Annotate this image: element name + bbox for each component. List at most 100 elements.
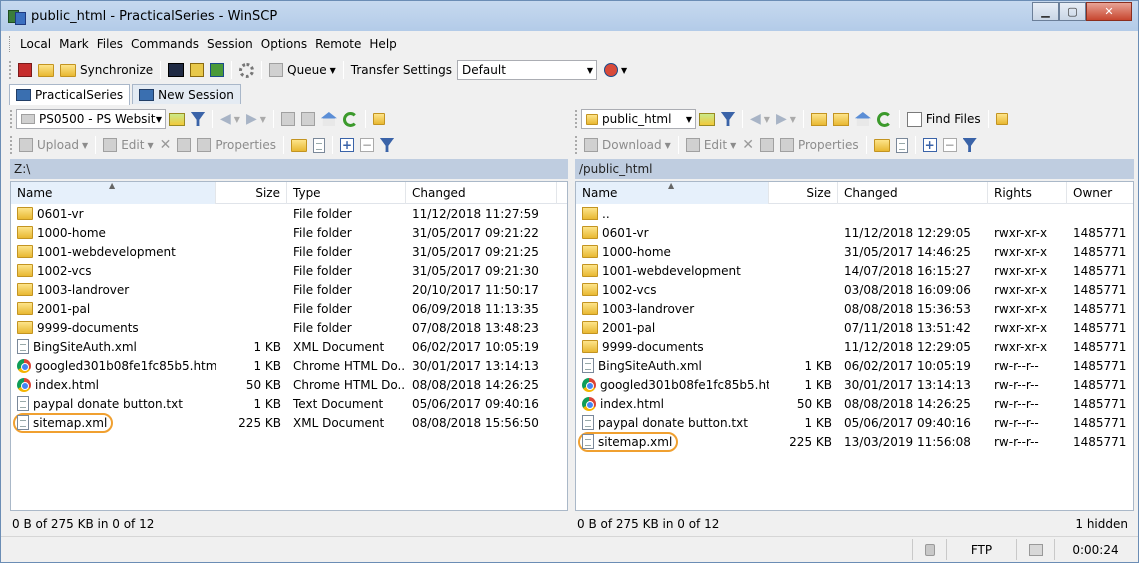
menu-local[interactable]: Local xyxy=(16,37,55,51)
table-row[interactable]: 1000-home File folder 31/05/2017 09:21:22 xyxy=(11,223,567,242)
download-button[interactable]: Download ▼ xyxy=(581,134,674,156)
local-forward-button[interactable]: ▶ ▼ xyxy=(243,108,269,130)
table-row[interactable]: BingSiteAuth.xml 1 KB XML Document 06/02/20… xyxy=(11,337,567,356)
table-row[interactable]: sitemap.xml 225 KB 13/03/2019 11:56:08 rw-r… xyxy=(576,431,1133,452)
table-row[interactable]: 0601-vr 11/12/2018 12:29:05 rwxr-xr-x 14857… xyxy=(576,223,1133,242)
remote-root-dir-button[interactable] xyxy=(830,108,852,130)
column-type[interactable]: Type xyxy=(287,182,406,204)
table-row[interactable]: sitemap.xml 225 KB XML Document 08/08/2018 … xyxy=(11,412,567,433)
table-row[interactable]: 1003-landrover 08/08/2018 15:36:53 rwxr-xr… xyxy=(576,299,1133,318)
local-edit-button[interactable]: Edit ▼ xyxy=(100,134,156,156)
remote-tree-button[interactable] xyxy=(993,108,1011,130)
close-button[interactable]: ✕ xyxy=(1086,2,1132,21)
hidden-files-count[interactable]: 1 hidden xyxy=(1075,515,1128,533)
keep-up-to-date-button[interactable] xyxy=(35,59,57,81)
table-row[interactable]: 1001-webdevelopment File folder 31/05/2017… xyxy=(11,242,567,261)
table-row[interactable]: 9999-documents 11/12/2018 12:29:05 rwxr-xr… xyxy=(576,337,1133,356)
remote-open-folder-button[interactable] xyxy=(696,108,718,130)
table-row[interactable]: 0601-vr File folder 11/12/2018 11:27:59 xyxy=(11,204,567,223)
column-changed[interactable]: Changed xyxy=(406,182,557,204)
local-back-button[interactable]: ◀ ▼ xyxy=(217,108,243,130)
table-row[interactable]: 1003-landrover File folder 20/10/2017 11:5… xyxy=(11,280,567,299)
remote-folder-select[interactable]: public_html ▼ xyxy=(581,109,696,129)
column-owner[interactable]: Owner xyxy=(1067,182,1133,204)
local-unselect-button[interactable]: − xyxy=(357,134,377,156)
minimize-button[interactable]: ▁ xyxy=(1032,2,1059,21)
table-row[interactable]: index.html 50 KB 08/08/2018 14:26:25 rw-r--… xyxy=(576,394,1133,413)
putty-button[interactable] xyxy=(187,59,207,81)
local-filter-select-button[interactable] xyxy=(377,134,397,156)
remote-select-all-button[interactable]: + xyxy=(920,134,940,156)
table-row[interactable]: 2001-pal File folder 06/09/2018 11:13:35 xyxy=(11,299,567,318)
local-home-button[interactable] xyxy=(318,108,340,130)
local-new-file-button[interactable] xyxy=(310,134,328,156)
remote-rename-button[interactable] xyxy=(757,134,777,156)
local-open-folder-button[interactable] xyxy=(166,108,188,130)
local-drive-select[interactable]: PS0500 - PS Websit ▼ xyxy=(16,109,166,129)
local-properties-button[interactable]: Properties xyxy=(194,134,279,156)
column-name[interactable]: Name ▲ xyxy=(576,182,769,204)
menu-commands[interactable]: Commands xyxy=(127,37,203,51)
local-rename-button[interactable] xyxy=(174,134,194,156)
menu-files[interactable]: Files xyxy=(93,37,127,51)
table-row[interactable]: googled301b08fe1fc85b5.html 1 KB 30/01/201… xyxy=(576,375,1133,394)
remote-delete-button[interactable]: ✕ xyxy=(739,134,757,156)
local-file-list[interactable]: Name ▲ Size Type Changed 0601-vr File fold… xyxy=(10,181,568,511)
table-row[interactable]: paypal donate button.txt 1 KB 05/06/2017 0… xyxy=(576,413,1133,432)
local-refresh-button[interactable] xyxy=(340,108,361,130)
local-select-all-button[interactable]: + xyxy=(337,134,357,156)
column-name[interactable]: Name ▲ xyxy=(11,182,216,204)
column-size[interactable]: Size xyxy=(216,182,287,204)
table-row[interactable]: 2001-pal 07/11/2018 13:51:42 rwxr-xr-x 1485… xyxy=(576,318,1133,337)
find-files-button[interactable]: Find Files xyxy=(904,108,984,130)
remote-unselect-button[interactable]: − xyxy=(940,134,960,156)
refresh-session-button[interactable] xyxy=(207,59,227,81)
column-rights[interactable]: Rights xyxy=(988,182,1067,204)
remote-new-file-button[interactable] xyxy=(893,134,911,156)
synchronize-button[interactable]: Synchronize xyxy=(57,59,156,81)
remote-forward-button[interactable]: ▶ ▼ xyxy=(773,108,799,130)
remote-edit-button[interactable]: Edit ▼ xyxy=(683,134,739,156)
local-root-dir-button[interactable] xyxy=(298,108,318,130)
table-row[interactable]: BingSiteAuth.xml 1 KB 06/02/2017 10:05:19 r… xyxy=(576,356,1133,375)
table-row[interactable]: index.html 50 KB Chrome HTML Do... 08/08/20… xyxy=(11,375,567,394)
menu-remote[interactable]: Remote xyxy=(311,37,365,51)
table-row[interactable]: 1000-home 31/05/2017 14:46:25 rwxr-xr-x 148… xyxy=(576,242,1133,261)
column-size[interactable]: Size xyxy=(769,182,838,204)
transfer-options-button[interactable]: ▼ xyxy=(601,59,630,81)
table-row[interactable]: 1002-vcs File folder 31/05/2017 09:21:30 xyxy=(11,261,567,280)
transfer-settings-select[interactable]: Default ▼ xyxy=(457,60,598,80)
menu-help[interactable]: Help xyxy=(365,37,400,51)
table-row[interactable]: 1002-vcs 03/08/2018 16:09:06 rwxr-xr-x 1485… xyxy=(576,280,1133,299)
table-row[interactable]: googled301b08fe1fc85b5.html 1 KB Chrome HT… xyxy=(11,356,567,375)
open-terminal-button[interactable] xyxy=(165,59,187,81)
panel-splitter[interactable] xyxy=(568,105,575,535)
remote-new-folder-button[interactable] xyxy=(871,134,893,156)
remote-refresh-button[interactable] xyxy=(874,108,895,130)
local-tree-button[interactable] xyxy=(370,108,388,130)
preferences-button[interactable] xyxy=(236,59,257,81)
queue-button[interactable]: Queue ▼ xyxy=(266,59,339,81)
local-parent-dir-button[interactable] xyxy=(278,108,298,130)
menu-options[interactable]: Options xyxy=(257,37,311,51)
local-new-folder-button[interactable] xyxy=(288,134,310,156)
table-row[interactable]: 1001-webdevelopment 14/07/2018 16:15:27 rw… xyxy=(576,261,1133,280)
remote-filter-select-button[interactable] xyxy=(960,134,980,156)
table-row[interactable]: 9999-documents File folder 07/08/2018 13:4… xyxy=(11,318,567,337)
menu-mark[interactable]: Mark xyxy=(55,37,93,51)
tab-new-session[interactable]: New Session xyxy=(132,84,241,104)
column-changed[interactable]: Changed xyxy=(838,182,988,204)
remote-parent-dir-button[interactable] xyxy=(808,108,830,130)
table-row[interactable]: .. xyxy=(576,204,1133,223)
remote-home-button[interactable] xyxy=(852,108,874,130)
table-row[interactable]: paypal donate button.txt 1 KB Text Documen… xyxy=(11,394,567,413)
remote-file-list[interactable]: Name ▲ Size Changed Rights Owner .. 0601-v… xyxy=(575,181,1134,511)
tab-practicalseries[interactable]: PracticalSeries xyxy=(9,84,131,105)
compare-directories-button[interactable] xyxy=(15,59,35,81)
remote-back-button[interactable]: ◀ ▼ xyxy=(747,108,773,130)
local-filter-button[interactable] xyxy=(188,108,208,130)
remote-filter-button[interactable] xyxy=(718,108,738,130)
menu-session[interactable]: Session xyxy=(203,37,257,51)
remote-properties-button[interactable]: Properties xyxy=(777,134,862,156)
upload-button[interactable]: Upload ▼ xyxy=(16,134,91,156)
